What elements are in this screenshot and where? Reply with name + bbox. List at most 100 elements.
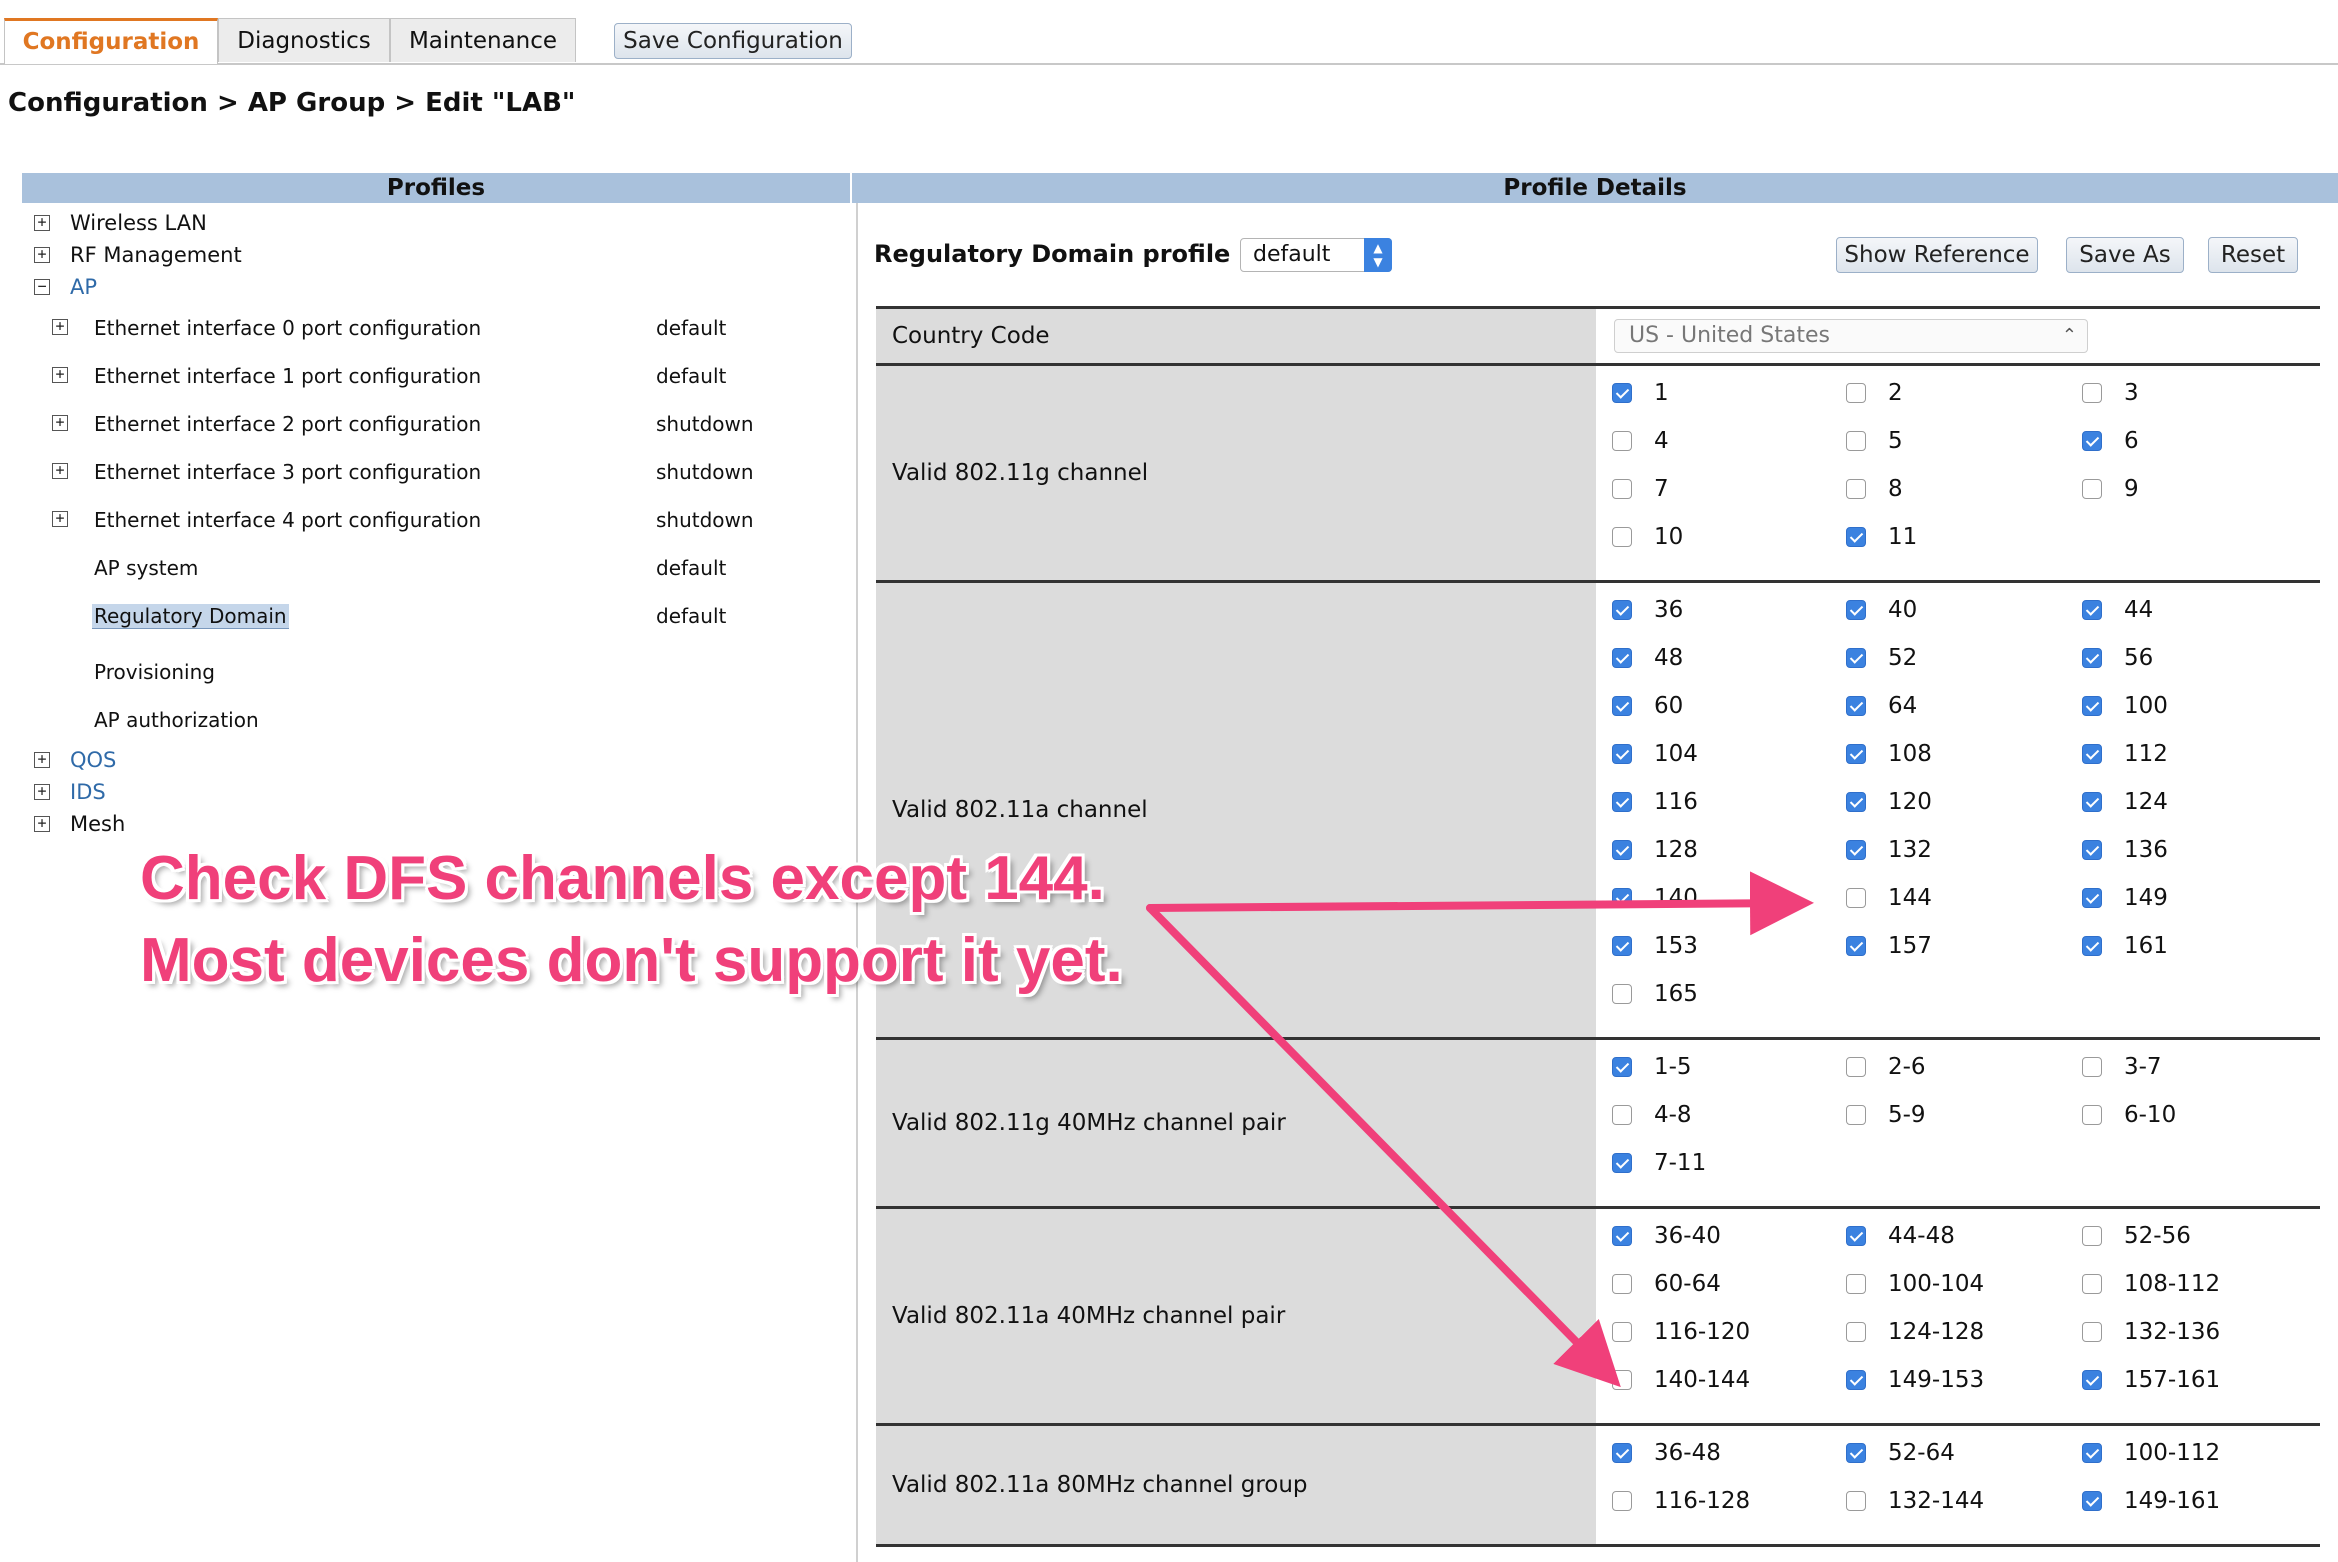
channel-checkbox[interactable]: 52-56: [2082, 1223, 2191, 1249]
channel-checkbox[interactable]: 3-7: [2082, 1054, 2162, 1080]
checked-checkbox-icon[interactable]: [2082, 648, 2102, 668]
channel-checkbox[interactable]: 120: [1846, 789, 1932, 815]
unchecked-checkbox-icon[interactable]: [2082, 1057, 2102, 1077]
unchecked-checkbox-icon[interactable]: [1612, 479, 1632, 499]
tab-maintenance[interactable]: Maintenance: [390, 18, 576, 62]
checked-checkbox-icon[interactable]: [1612, 840, 1632, 860]
channel-checkbox[interactable]: 44: [2082, 597, 2153, 623]
checked-checkbox-icon[interactable]: [2082, 1491, 2102, 1511]
channel-checkbox[interactable]: 64: [1846, 693, 1917, 719]
checked-checkbox-icon[interactable]: [2082, 431, 2102, 451]
channel-checkbox[interactable]: 161: [2082, 933, 2168, 959]
save-as-button[interactable]: Save As: [2066, 237, 2184, 273]
channel-checkbox[interactable]: 132-136: [2082, 1319, 2220, 1345]
channel-checkbox[interactable]: 10: [1612, 524, 1683, 550]
channel-checkbox[interactable]: 2-6: [1846, 1054, 1926, 1080]
checked-checkbox-icon[interactable]: [1612, 696, 1632, 716]
checked-checkbox-icon[interactable]: [1846, 840, 1866, 860]
channel-checkbox[interactable]: 104: [1612, 741, 1698, 767]
expand-icon[interactable]: +: [52, 415, 68, 431]
channel-checkbox[interactable]: 116-120: [1612, 1319, 1750, 1345]
channel-checkbox[interactable]: 108: [1846, 741, 1932, 767]
channel-checkbox[interactable]: 7-11: [1612, 1150, 1706, 1176]
expand-icon[interactable]: +: [34, 816, 50, 832]
channel-checkbox[interactable]: 116: [1612, 789, 1698, 815]
checked-checkbox-icon[interactable]: [1612, 383, 1632, 403]
unchecked-checkbox-icon[interactable]: [1846, 431, 1866, 451]
channel-checkbox[interactable]: 140: [1612, 885, 1698, 911]
channel-checkbox[interactable]: 60-64: [1612, 1271, 1721, 1297]
unchecked-checkbox-icon[interactable]: [2082, 1226, 2102, 1246]
checked-checkbox-icon[interactable]: [1846, 792, 1866, 812]
channel-checkbox[interactable]: 153: [1612, 933, 1698, 959]
unchecked-checkbox-icon[interactable]: [1846, 1274, 1866, 1294]
channel-checkbox[interactable]: 149-153: [1846, 1367, 1984, 1393]
checked-checkbox-icon[interactable]: [1846, 696, 1866, 716]
channel-checkbox[interactable]: 149: [2082, 885, 2168, 911]
channel-checkbox[interactable]: 5: [1846, 428, 1903, 454]
channel-checkbox[interactable]: 56: [2082, 645, 2153, 671]
channel-checkbox[interactable]: 112: [2082, 741, 2168, 767]
channel-checkbox[interactable]: 36-40: [1612, 1223, 1721, 1249]
channel-checkbox[interactable]: 6: [2082, 428, 2139, 454]
channel-checkbox[interactable]: 52-64: [1846, 1440, 1955, 1466]
channel-checkbox[interactable]: 108-112: [2082, 1271, 2220, 1297]
channel-checkbox[interactable]: 157-161: [2082, 1367, 2220, 1393]
channel-checkbox[interactable]: 132-144: [1846, 1488, 1984, 1514]
channel-checkbox[interactable]: 116-128: [1612, 1488, 1750, 1514]
channel-checkbox[interactable]: 124: [2082, 789, 2168, 815]
checked-checkbox-icon[interactable]: [1846, 600, 1866, 620]
expand-icon[interactable]: +: [52, 463, 68, 479]
unchecked-checkbox-icon[interactable]: [1612, 984, 1632, 1004]
unchecked-checkbox-icon[interactable]: [2082, 1274, 2102, 1294]
channel-checkbox[interactable]: 132: [1846, 837, 1932, 863]
checked-checkbox-icon[interactable]: [2082, 744, 2102, 764]
channel-checkbox[interactable]: 140-144: [1612, 1367, 1750, 1393]
unchecked-checkbox-icon[interactable]: [1612, 1370, 1632, 1390]
channel-checkbox[interactable]: 2: [1846, 380, 1903, 406]
reset-button[interactable]: Reset: [2208, 237, 2298, 273]
channel-checkbox[interactable]: 9: [2082, 476, 2139, 502]
channel-checkbox[interactable]: 165: [1612, 981, 1698, 1007]
save-configuration-button[interactable]: Save Configuration: [614, 23, 852, 59]
unchecked-checkbox-icon[interactable]: [1612, 1491, 1632, 1511]
checked-checkbox-icon[interactable]: [1612, 888, 1632, 908]
checked-checkbox-icon[interactable]: [2082, 1370, 2102, 1390]
channel-checkbox[interactable]: 1-5: [1612, 1054, 1692, 1080]
checked-checkbox-icon[interactable]: [1846, 1226, 1866, 1246]
unchecked-checkbox-icon[interactable]: [1612, 527, 1632, 547]
channel-checkbox[interactable]: 60: [1612, 693, 1683, 719]
expand-icon[interactable]: +: [34, 247, 50, 263]
unchecked-checkbox-icon[interactable]: [2082, 1105, 2102, 1125]
checked-checkbox-icon[interactable]: [1612, 1057, 1632, 1077]
channel-checkbox[interactable]: 6-10: [2082, 1102, 2176, 1128]
unchecked-checkbox-icon[interactable]: [1846, 1057, 1866, 1077]
unchecked-checkbox-icon[interactable]: [1846, 383, 1866, 403]
show-reference-button[interactable]: Show Reference: [1836, 237, 2038, 273]
channel-checkbox[interactable]: 124-128: [1846, 1319, 1984, 1345]
channel-checkbox[interactable]: 136: [2082, 837, 2168, 863]
expand-icon[interactable]: +: [34, 784, 50, 800]
channel-checkbox[interactable]: 128: [1612, 837, 1698, 863]
tab-diagnostics[interactable]: Diagnostics: [218, 18, 390, 62]
channel-checkbox[interactable]: 8: [1846, 476, 1903, 502]
channel-checkbox[interactable]: 36: [1612, 597, 1683, 623]
unchecked-checkbox-icon[interactable]: [2082, 1322, 2102, 1342]
channel-checkbox[interactable]: 11: [1846, 524, 1917, 550]
checked-checkbox-icon[interactable]: [2082, 792, 2102, 812]
checked-checkbox-icon[interactable]: [1612, 600, 1632, 620]
channel-checkbox[interactable]: 7: [1612, 476, 1669, 502]
unchecked-checkbox-icon[interactable]: [1612, 1322, 1632, 1342]
channel-checkbox[interactable]: 100: [2082, 693, 2168, 719]
channel-checkbox[interactable]: 149-161: [2082, 1488, 2220, 1514]
channel-checkbox[interactable]: 48: [1612, 645, 1683, 671]
unchecked-checkbox-icon[interactable]: [1612, 1274, 1632, 1294]
channel-checkbox[interactable]: 1: [1612, 380, 1669, 406]
checked-checkbox-icon[interactable]: [2082, 936, 2102, 956]
unchecked-checkbox-icon[interactable]: [2082, 479, 2102, 499]
profile-dropdown[interactable]: default ▲ ▼: [1240, 238, 1392, 272]
channel-checkbox[interactable]: 100-112: [2082, 1440, 2220, 1466]
checked-checkbox-icon[interactable]: [1612, 744, 1632, 764]
checked-checkbox-icon[interactable]: [1612, 1226, 1632, 1246]
checked-checkbox-icon[interactable]: [1846, 527, 1866, 547]
